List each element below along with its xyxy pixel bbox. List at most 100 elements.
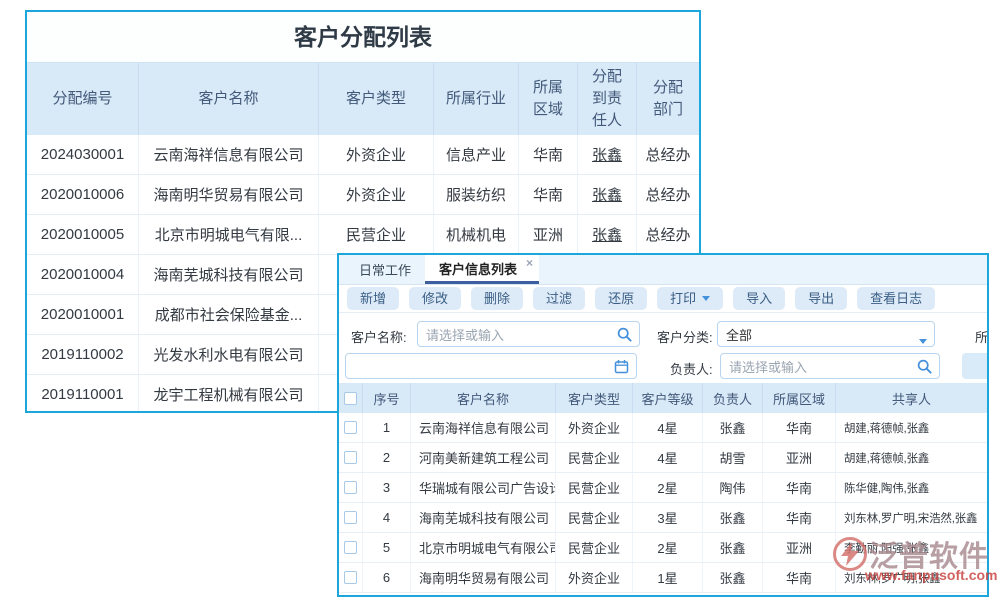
owner-link[interactable]: 陶伟 [703, 473, 763, 502]
toolbar-button-打印[interactable]: 打印 [657, 287, 723, 310]
button-label: 过滤 [546, 290, 572, 307]
toolbar-button-导出[interactable]: 导出 [795, 287, 847, 310]
column-header: 客户等级 [633, 383, 703, 413]
checkbox[interactable] [344, 421, 357, 434]
customer-name-link[interactable]: 河南美新建筑工程公司 [411, 443, 556, 472]
toolbar-button-删除[interactable]: 删除 [471, 287, 523, 310]
customer-name-input[interactable]: 请选择或输入 [417, 321, 640, 347]
shared-persons: 胡建,蒋德帧,张鑫 [836, 413, 987, 442]
shared-persons: 李勤丽,阳强,张鑫 [836, 533, 987, 562]
owner-link[interactable]: 胡雪 [703, 443, 763, 472]
column-header: 分配编号 [27, 63, 139, 135]
toolbar-button-查看日志[interactable]: 查看日志 [857, 287, 935, 310]
customer-type: 民营企业 [556, 473, 633, 502]
table-row[interactable]: 6海南明华贸易有限公司外资企业1星张鑫华南刘东林,罗广明,张鑫 [339, 563, 987, 593]
clipped-action-button[interactable] [962, 353, 989, 379]
checkbox[interactable] [344, 392, 357, 405]
owner-link[interactable]: 张鑫 [703, 563, 763, 592]
table-cell: 总经办 [637, 175, 699, 214]
table-cell: 机械机电 [434, 215, 519, 254]
close-icon[interactable]: × [526, 256, 533, 270]
table-row[interactable]: 2020010005北京市明城电气有限...民营企业机械机电亚洲张鑫总经办 [27, 215, 699, 255]
customer-type: 民营企业 [556, 533, 633, 562]
allocation-table-header: 分配编号客户名称客户类型所属行业所属区域分配到责任人分配部门 [27, 62, 699, 135]
table-row[interactable]: 4海南芜城科技有限公司民营企业3星张鑫华南刘东林,罗广明,宋浩然,张鑫 [339, 503, 987, 533]
table-cell: 信息产业 [434, 135, 519, 174]
checkbox[interactable] [344, 541, 357, 554]
column-header: 客户类型 [319, 63, 434, 135]
tab-customer-info-list[interactable]: 客户信息列表× [425, 255, 539, 284]
assignee-link[interactable]: 张鑫 [578, 175, 637, 214]
page-title: 客户分配列表 [27, 12, 699, 62]
column-header: 序号 [363, 383, 411, 413]
customer-name-link[interactable]: 海南明华贸易有限公司 [411, 563, 556, 592]
row-index: 4 [363, 503, 411, 532]
table-cell: 外资企业 [319, 175, 434, 214]
table-row[interactable]: 1云南海祥信息有限公司外资企业4星张鑫华南胡建,蒋德帧,张鑫 [339, 413, 987, 443]
checkbox-cell [339, 533, 363, 562]
row-index: 5 [363, 533, 411, 562]
assignee-link[interactable]: 张鑫 [578, 215, 637, 254]
tab-daily-work[interactable]: 日常工作 [345, 255, 425, 284]
search-icon[interactable] [617, 327, 632, 345]
shared-persons: 刘东林,罗广明,张鑫 [836, 563, 987, 592]
customer-type: 外资企业 [556, 413, 633, 442]
shared-persons: 刘东林,罗广明,宋浩然,张鑫 [836, 503, 987, 532]
manager-input[interactable]: 请选择或输入 [720, 353, 940, 379]
owner-link[interactable]: 张鑫 [703, 503, 763, 532]
table-cell: 2020010005 [27, 215, 139, 254]
table-row[interactable]: 2024030001云南海祥信息有限公司外资企业信息产业华南张鑫总经办 [27, 135, 699, 175]
region: 华南 [763, 563, 836, 592]
table-row[interactable]: 3华瑞城有限公司广告设计部民营企业2星陶伟华南陈华健,陶伟,张鑫 [339, 473, 987, 503]
table-cell: 2020010001 [27, 295, 139, 334]
toolbar-button-新增[interactable]: 新增 [347, 287, 399, 310]
table-cell: 龙宇工程机械有限公司 [139, 375, 319, 413]
table-row[interactable]: 5北京市明城电气有限公司民营企业2星张鑫亚洲李勤丽,阳强,张鑫 [339, 533, 987, 563]
date-input[interactable] [345, 353, 637, 379]
customer-level: 2星 [633, 473, 703, 502]
customer-table-header: 序号客户名称客户类型客户等级负责人所属区域共享人 [339, 383, 987, 413]
customer-type: 外资企业 [556, 563, 633, 592]
table-cell: 海南明华贸易有限公司 [139, 175, 319, 214]
toolbar-button-导入[interactable]: 导入 [733, 287, 785, 310]
table-row[interactable]: 2河南美新建筑工程公司民营企业4星胡雪亚洲胡建,蒋德帧,张鑫 [339, 443, 987, 473]
customer-name-label: 客户名称: [351, 327, 407, 346]
customer-name-link[interactable]: 华瑞城有限公司广告设计部 [411, 473, 556, 502]
toolbar-button-过滤[interactable]: 过滤 [533, 287, 585, 310]
page: 客户分配列表 分配编号客户名称客户类型所属行业所属区域分配到责任人分配部门 20… [0, 0, 1000, 600]
customer-info-window: 日常工作客户信息列表× 新增修改删除 过滤 还原 打印导入导出 查看日志 客户名称: 请… [337, 253, 989, 597]
row-index: 2 [363, 443, 411, 472]
customer-name-link[interactable]: 北京市明城电气有限公司 [411, 533, 556, 562]
table-cell: 外资企业 [319, 135, 434, 174]
customer-name-link[interactable]: 海南芜城科技有限公司 [411, 503, 556, 532]
table-cell: 亚洲 [519, 215, 578, 254]
table-cell: 服装纺织 [434, 175, 519, 214]
row-index: 1 [363, 413, 411, 442]
owner-link[interactable]: 张鑫 [703, 533, 763, 562]
checkbox[interactable] [344, 571, 357, 584]
toolbar-button-修改[interactable]: 修改 [409, 287, 461, 310]
checkbox[interactable] [344, 511, 357, 524]
assignee-link[interactable]: 张鑫 [578, 135, 637, 174]
row-index: 6 [363, 563, 411, 592]
search-icon[interactable] [917, 359, 932, 377]
customer-category-select[interactable]: 全部 [717, 321, 935, 347]
region: 亚洲 [763, 443, 836, 472]
table-cell: 云南海祥信息有限公司 [139, 135, 319, 174]
chevron-down-icon[interactable] [919, 332, 927, 347]
customer-name-link[interactable]: 云南海祥信息有限公司 [411, 413, 556, 442]
button-label: 还原 [608, 290, 634, 307]
column-header: 客户类型 [556, 383, 633, 413]
calendar-icon[interactable] [614, 359, 629, 377]
column-header: 客户名称 [139, 63, 319, 135]
owner-link[interactable]: 张鑫 [703, 413, 763, 442]
checkbox[interactable] [344, 481, 357, 494]
column-header: 客户名称 [411, 383, 556, 413]
table-row[interactable]: 2020010006海南明华贸易有限公司外资企业服装纺织华南张鑫总经办 [27, 175, 699, 215]
table-cell: 2019110002 [27, 335, 139, 374]
toolbar-button-还原[interactable]: 还原 [595, 287, 647, 310]
button-label: 查看日志 [870, 290, 922, 307]
shared-persons: 胡建,蒋德帧,张鑫 [836, 443, 987, 472]
checkbox[interactable] [344, 451, 357, 464]
column-header: 负责人 [703, 383, 763, 413]
